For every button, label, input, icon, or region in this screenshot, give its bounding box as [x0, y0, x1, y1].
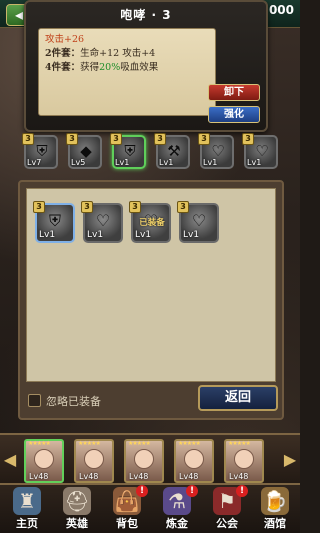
unequip-button[interactable]: 卸下	[208, 84, 260, 101]
equipped-slot-5[interactable]: 3 ♡ Lv1	[198, 133, 234, 169]
rarity-badge: 3	[33, 201, 45, 213]
hero-portrait	[234, 449, 254, 469]
tavern-icon: 🍺	[261, 487, 289, 515]
hero-selector: ◀ ★★★★★ Lv48 ★★★★★ Lv48 ★★★★★ Lv48 ★★★★★…	[0, 433, 300, 485]
set4-effect: 4件套：获得20%吸血效果	[45, 61, 209, 75]
set2-label: 2件套：	[45, 48, 81, 59]
nav-alchemy[interactable]: ⚗ ! 炼金	[154, 485, 200, 533]
hero-stars: ★★★★★	[128, 440, 151, 447]
set4-suffix: 吸血效果	[120, 62, 159, 73]
hero-level: Lv48	[229, 472, 249, 481]
rarity-badge: 3	[129, 201, 141, 213]
next-arrow-icon[interactable]: ▶	[282, 449, 298, 471]
hero-stars: ★★★★★	[228, 440, 251, 447]
alert-badge: !	[136, 485, 148, 497]
nav-label: 背包	[116, 517, 138, 530]
set4-prefix: 获得	[80, 62, 100, 73]
set2-text: 生命+12 攻击+4	[80, 48, 156, 59]
equipped-slot-2[interactable]: 3 ◆ Lv5	[66, 133, 102, 169]
set4-percent: 20%	[99, 62, 121, 73]
slot-level: Lv1	[247, 158, 262, 167]
inventory-panel: 3 ⛨ Lv1 3 ♡ Lv1 3 ♡ 已装备 Lv1 3 ♡ Lv1 忽略已装…	[18, 180, 284, 420]
enhance-button[interactable]: 强化	[208, 106, 260, 123]
castle-icon: ♜	[13, 487, 41, 515]
hero-card[interactable]: ★★★★★ Lv48	[124, 439, 164, 483]
nav-tavern[interactable]: 🍺 酒馆	[252, 485, 298, 533]
hero-portrait	[184, 449, 204, 469]
rarity-badge: 3	[177, 201, 189, 213]
hero-portrait	[84, 449, 104, 469]
hero-level: Lv48	[179, 472, 199, 481]
prev-arrow-icon[interactable]: ◀	[2, 449, 18, 471]
hero-card[interactable]: ★★★★★ Lv48	[74, 439, 114, 483]
slot-level: Lv1	[115, 158, 130, 167]
slot-level: Lv1	[159, 158, 174, 167]
effect-description: 攻击+26 2件套：生命+12 攻击+4 4件套：获得20%吸血效果	[38, 28, 216, 116]
heart-icon: ♡	[95, 211, 111, 230]
inventory-item[interactable]: 3 ♡ Lv1	[177, 201, 219, 243]
bottom-nav: ♜ 主页 ⛑ 英雄 👜 ! 背包 ⚗ ! 炼金 ⚑ ! 公会 🍺 酒馆	[0, 485, 300, 533]
nav-guild[interactable]: ⚑ ! 公会	[204, 485, 250, 533]
slot-level: Lv5	[71, 158, 86, 167]
hero-portrait	[34, 449, 54, 469]
equipped-slot-3[interactable]: 3 ⛨ Lv1	[110, 133, 146, 169]
hero-card[interactable]: ★★★★★ Lv48	[24, 439, 64, 483]
return-button[interactable]: 返回	[198, 385, 278, 411]
hero-stars: ★★★★★	[178, 440, 201, 447]
set4-label: 4件套：	[45, 62, 81, 73]
hero-level: Lv48	[29, 472, 49, 481]
inventory-grid: 3 ⛨ Lv1 3 ♡ Lv1 3 ♡ 已装备 Lv1 3 ♡ Lv1	[26, 188, 276, 382]
hero-level: Lv48	[129, 472, 149, 481]
hero-stars: ★★★★★	[28, 440, 51, 447]
hero-level: Lv48	[79, 472, 99, 481]
nav-heroes[interactable]: ⛑ 英雄	[54, 485, 100, 533]
inventory-item[interactable]: 3 ♡ Lv1	[81, 201, 123, 243]
heart-icon: ♡	[191, 211, 207, 230]
ignore-equipped-label: 忽略已装备	[46, 395, 101, 408]
equipped-slot-6[interactable]: 3 ♡ Lv1	[242, 133, 278, 169]
equipment-detail-popup: 咆哮 · 3 攻击+26 2件套：生命+12 攻击+4 4件套：获得20%吸血效…	[24, 0, 268, 132]
attack-bonus: 攻击+26	[45, 34, 85, 45]
alert-badge: !	[186, 485, 198, 497]
hero-card[interactable]: ★★★★★ Lv48	[174, 439, 214, 483]
item-level: Lv1	[183, 230, 200, 240]
nav-label: 酒馆	[264, 517, 286, 530]
currency-value: 000	[268, 3, 294, 17]
ignore-equipped-checkbox[interactable]	[28, 394, 41, 407]
nav-label: 公会	[216, 517, 238, 530]
nav-label: 主页	[16, 517, 38, 530]
set2-effect: 2件套：生命+12 攻击+4	[45, 47, 209, 61]
slot-level: Lv1	[203, 158, 218, 167]
inventory-item[interactable]: 3 ⛨ Lv1	[33, 201, 75, 243]
helmet-icon: ⛑	[63, 487, 91, 515]
alert-badge: !	[236, 485, 248, 497]
rarity-badge: 3	[81, 201, 93, 213]
item-level: Lv1	[135, 230, 152, 240]
hero-portrait	[134, 449, 154, 469]
popup-title: 咆哮 · 3	[120, 8, 172, 22]
slot-level: Lv7	[27, 158, 42, 167]
shield-icon: ⛨	[48, 211, 61, 230]
nav-label: 英雄	[66, 517, 88, 530]
hero-stars: ★★★★★	[78, 440, 101, 447]
item-level: Lv1	[87, 230, 104, 240]
hero-card[interactable]: ★★★★★ Lv48	[224, 439, 264, 483]
equipped-slot-1[interactable]: 3 ⛨ Lv7	[22, 133, 58, 169]
nav-bag[interactable]: 👜 ! 背包	[104, 485, 150, 533]
equipped-slots: 3 ⛨ Lv7 3 ◆ Lv5 3 ⛨ Lv1 3 ⚒ Lv1 3 ♡ Lv1 …	[22, 131, 280, 173]
item-level: Lv1	[39, 230, 56, 240]
equipped-tag: 已装备	[139, 218, 165, 228]
nav-home[interactable]: ♜ 主页	[4, 485, 50, 533]
inventory-item[interactable]: 3 ♡ 已装备 Lv1	[129, 201, 171, 243]
equipped-slot-4[interactable]: 3 ⚒ Lv1	[154, 133, 190, 169]
nav-label: 炼金	[166, 517, 188, 530]
